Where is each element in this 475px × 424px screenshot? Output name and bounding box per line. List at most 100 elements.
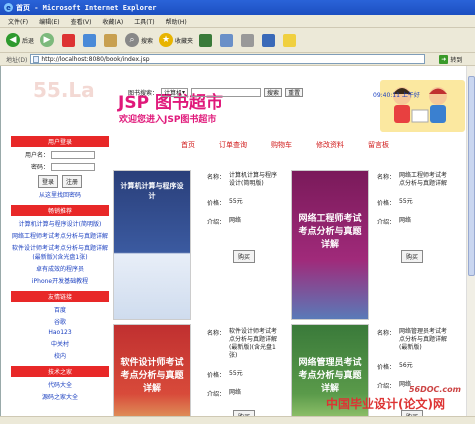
book-price-1: 55元 bbox=[229, 198, 243, 205]
window-title: 首页 - Microsoft Internet Explorer bbox=[16, 3, 157, 12]
go-button[interactable]: ➜ 转到 bbox=[439, 54, 463, 64]
search-submit-button[interactable]: 搜索 bbox=[264, 88, 283, 97]
edit-icon bbox=[262, 33, 276, 47]
address-bar: 地址(D) http://localhost:8080/book/index.j… bbox=[0, 53, 475, 66]
book-cover-title-2: 网络工程师考试考点分析与真题详解 bbox=[298, 214, 362, 250]
search-category-select[interactable]: 计算机 ▾ bbox=[161, 88, 189, 97]
chevron-down-icon: ▾ bbox=[182, 89, 186, 96]
scrollbar-thumb[interactable] bbox=[468, 76, 475, 276]
register-button[interactable]: 注册 bbox=[62, 175, 83, 188]
tech-link-2[interactable]: 源码之家大全 bbox=[11, 392, 109, 401]
menu-favorites[interactable]: 收藏(A) bbox=[102, 17, 123, 26]
menu-tools[interactable]: 工具(T) bbox=[134, 17, 154, 26]
menu-file[interactable]: 文件(F) bbox=[8, 17, 28, 26]
forward-arrow-icon: ▶ bbox=[40, 33, 55, 47]
friend-link-xiaonei[interactable]: 校内 bbox=[11, 351, 109, 360]
book-cover-3[interactable]: 软件设计师考试考点分析与真题详解 bbox=[113, 324, 191, 424]
book-intro-label: 介绍： bbox=[207, 219, 226, 226]
page-icon bbox=[33, 56, 40, 63]
book-cover-title-1: 计算机计算与程序设计 bbox=[120, 182, 184, 200]
nav-orders[interactable]: 订单查询 bbox=[219, 140, 247, 150]
recommend-header: 畅销推荐 bbox=[11, 205, 109, 216]
buy-button-1[interactable]: 购买 bbox=[233, 250, 256, 263]
title-bar: e 首页 - Microsoft Internet Explorer bbox=[0, 0, 475, 15]
recommend-link-3[interactable]: 软件设计师考试考点分析与真题详解(最新版)(含光盘1张) bbox=[11, 243, 109, 261]
refresh-icon bbox=[83, 33, 97, 47]
address-url: http://localhost:8080/book/index.jsp bbox=[41, 55, 150, 63]
print-button[interactable] bbox=[241, 33, 256, 47]
stop-icon bbox=[62, 33, 76, 47]
back-button[interactable]: ◀ 后退 bbox=[6, 33, 34, 47]
messenger-icon bbox=[283, 33, 297, 47]
password-input[interactable] bbox=[51, 162, 95, 171]
book-name-2[interactable]: 网络工程师考试考点分析与真题详解 bbox=[399, 172, 447, 188]
book-name-4[interactable]: 网络管理员考试考点分析与真题详解(最新版) bbox=[399, 328, 447, 352]
watermark-site: 56DOC.com bbox=[408, 385, 461, 394]
mail-icon bbox=[220, 33, 234, 47]
forward-button[interactable]: ▶ bbox=[40, 33, 56, 47]
book-name-label: 名称： bbox=[377, 330, 396, 337]
mail-button[interactable] bbox=[220, 33, 235, 47]
buy-button-2[interactable]: 购买 bbox=[401, 250, 424, 263]
nav-home[interactable]: 首页 bbox=[181, 140, 195, 150]
friend-link-zol[interactable]: 中关村 bbox=[11, 339, 109, 348]
messenger-button[interactable] bbox=[283, 33, 298, 47]
book-cover-1[interactable]: 计算机计算与程序设计 bbox=[113, 170, 191, 320]
recommend-link-5[interactable]: iPhone开发基础教程 bbox=[11, 276, 109, 285]
search-category-value: 计算机 bbox=[164, 90, 183, 97]
password-label: 密码： bbox=[30, 164, 49, 171]
book-info-1: 名称： 计算机计算与程序设计(简明版) 价格： 55元 介绍： 网络 bbox=[207, 172, 277, 236]
friend-link-google[interactable]: 谷歌 bbox=[11, 317, 109, 326]
login-button[interactable]: 登录 bbox=[37, 175, 58, 188]
back-label: 后退 bbox=[22, 37, 35, 45]
search-button[interactable]: ⌕ 搜索 bbox=[125, 33, 153, 47]
book-name-label: 名称： bbox=[377, 174, 396, 181]
main-nav: 首页 订单查询 购物车 修改资料 留言板 bbox=[181, 140, 413, 150]
nav-cart[interactable]: 购物车 bbox=[271, 140, 292, 150]
recommend-link-1[interactable]: 计算机计算与程序设计(简明版) bbox=[11, 219, 109, 228]
back-arrow-icon: ◀ bbox=[6, 33, 20, 47]
search-label: 图书搜索： bbox=[128, 90, 159, 97]
refresh-button[interactable] bbox=[83, 33, 98, 47]
book-intro-label: 介绍： bbox=[377, 219, 396, 226]
book-price-label: 价格： bbox=[207, 372, 226, 379]
stop-button[interactable] bbox=[62, 33, 77, 47]
menu-edit[interactable]: 编辑(E) bbox=[39, 17, 59, 26]
tech-link-1[interactable]: 代码大全 bbox=[11, 380, 109, 389]
book-name-3[interactable]: 软件设计师考试考点分析与真题详解(最新版)(含光盘1张) bbox=[229, 328, 277, 360]
recommend-link-2[interactable]: 网络工程师考试考点分析与真题详解 bbox=[11, 231, 109, 240]
book-cover-2[interactable]: 网络工程师考试考点分析与真题详解 bbox=[291, 170, 369, 320]
username-input[interactable] bbox=[51, 150, 95, 159]
recommend-link-4[interactable]: 卓有成效的程序员 bbox=[11, 264, 109, 273]
book-name-label: 名称： bbox=[207, 174, 226, 181]
menu-help[interactable]: 帮助(H) bbox=[166, 17, 187, 26]
search-icon: ⌕ bbox=[125, 33, 140, 47]
search-reset-button[interactable]: 重置 bbox=[285, 88, 304, 97]
menu-view[interactable]: 查看(V) bbox=[71, 17, 92, 26]
friend-link-hao123[interactable]: Hao123 bbox=[11, 329, 109, 336]
friend-link-baidu[interactable]: 百度 bbox=[11, 305, 109, 314]
book-info-3: 名称： 软件设计师考试考点分析与真题详解(最新版)(含光盘1张) 价格： 55元 介… bbox=[207, 328, 277, 408]
favorites-button[interactable]: ★ 收藏夹 bbox=[159, 33, 193, 47]
home-button[interactable] bbox=[104, 33, 119, 47]
book-price-4: 56元 bbox=[399, 362, 413, 369]
search-label: 搜索 bbox=[141, 37, 154, 45]
nav-guestbook[interactable]: 留言板 bbox=[368, 140, 389, 150]
forgot-password-link[interactable]: 从这里找回密码 bbox=[11, 190, 109, 199]
book-intro-label: 介绍： bbox=[207, 391, 226, 398]
menu-bar: 文件(F) 编辑(E) 查看(V) 收藏(A) 工具(T) 帮助(H) bbox=[0, 15, 475, 28]
book-cover-title-4: 网络管理员考试考点分析与真题详解 bbox=[298, 358, 362, 394]
banner-kids-image bbox=[380, 80, 465, 132]
banner-welcome: 欢迎您进入JSP图书超市 bbox=[119, 115, 217, 125]
book-name-1[interactable]: 计算机计算与程序设计(简明版) bbox=[229, 172, 277, 188]
edit-button[interactable] bbox=[262, 33, 277, 47]
book-intro-1: 网络 bbox=[229, 217, 242, 224]
address-input[interactable]: http://localhost:8080/book/index.jsp bbox=[30, 54, 426, 64]
go-arrow-icon: ➜ bbox=[439, 54, 449, 64]
go-label: 转到 bbox=[450, 56, 463, 64]
nav-profile[interactable]: 修改资料 bbox=[316, 140, 344, 150]
vertical-scrollbar[interactable] bbox=[466, 66, 475, 416]
search-input[interactable] bbox=[191, 88, 262, 97]
print-icon bbox=[241, 33, 255, 47]
history-button[interactable] bbox=[199, 33, 214, 47]
